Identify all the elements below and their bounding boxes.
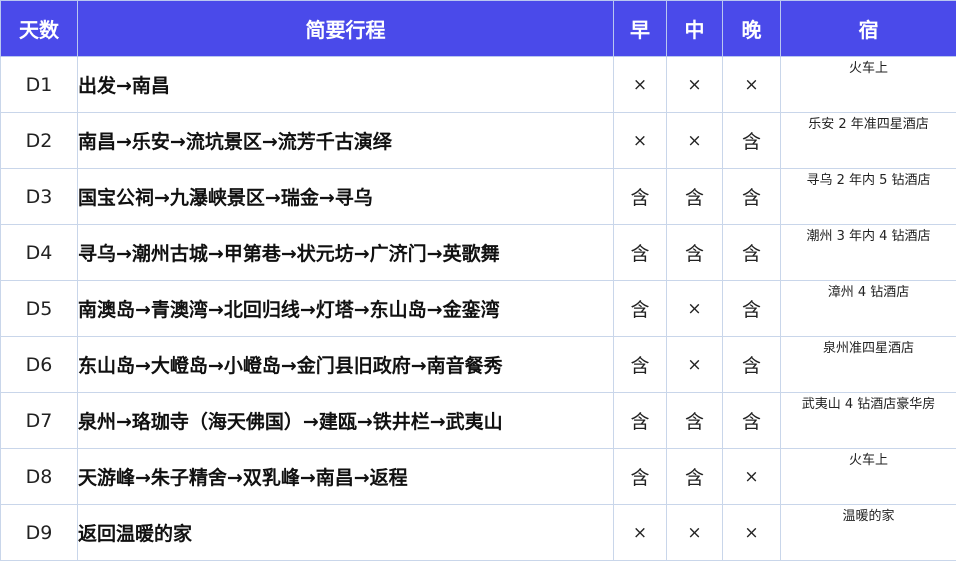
dinner-cell: 含 — [723, 169, 781, 225]
header-stay: 宿 — [781, 1, 956, 57]
breakfast-cell: 含 — [614, 337, 667, 393]
day-cell: D1 — [1, 57, 78, 113]
breakfast-cell: 含 — [614, 449, 667, 505]
header-breakfast: 早 — [614, 1, 667, 57]
day-cell: D6 — [1, 337, 78, 393]
table-body: D1 出发→南昌 × × × 火车上 D2 南昌→乐安→流坑景区→流芳千古演绎 … — [1, 57, 956, 561]
dinner-cell: 含 — [723, 281, 781, 337]
route-cell: 南昌→乐安→流坑景区→流芳千古演绎 — [78, 113, 614, 169]
dinner-cell: 含 — [723, 393, 781, 449]
stay-cell: 火车上 — [781, 57, 956, 113]
route-cell: 天游峰→朱子精舍→双乳峰→南昌→返程 — [78, 449, 614, 505]
dinner-cell: 含 — [723, 337, 781, 393]
header-row: 天数 简要行程 早 中 晚 宿 — [1, 1, 956, 57]
breakfast-cell: 含 — [614, 281, 667, 337]
day-cell: D4 — [1, 225, 78, 281]
lunch-cell: × — [667, 281, 723, 337]
lunch-cell: × — [667, 57, 723, 113]
lunch-cell: 含 — [667, 225, 723, 281]
day-cell: D7 — [1, 393, 78, 449]
lunch-cell: × — [667, 505, 723, 561]
route-cell: 泉州→珞珈寺（海天佛国）→建瓯→铁井栏→武夷山 — [78, 393, 614, 449]
route-cell: 寻乌→潮州古城→甲第巷→状元坊→广济门→英歌舞 — [78, 225, 614, 281]
table-header: 天数 简要行程 早 中 晚 宿 — [1, 1, 956, 57]
day-cell: D9 — [1, 505, 78, 561]
breakfast-cell: × — [614, 113, 667, 169]
breakfast-cell: 含 — [614, 169, 667, 225]
breakfast-cell: × — [614, 57, 667, 113]
table-row: D3 国宝公祠→九瀑峡景区→瑞金→寻乌 含 含 含 寻乌 2 年内 5 钻酒店 — [1, 169, 956, 225]
lunch-cell: × — [667, 113, 723, 169]
dinner-cell: 含 — [723, 113, 781, 169]
header-lunch: 中 — [667, 1, 723, 57]
route-cell: 国宝公祠→九瀑峡景区→瑞金→寻乌 — [78, 169, 614, 225]
stay-cell: 乐安 2 年准四星酒店 — [781, 113, 956, 169]
stay-cell: 寻乌 2 年内 5 钻酒店 — [781, 169, 956, 225]
breakfast-cell: 含 — [614, 393, 667, 449]
table-row: D7 泉州→珞珈寺（海天佛国）→建瓯→铁井栏→武夷山 含 含 含 武夷山 4 钻… — [1, 393, 956, 449]
breakfast-cell: 含 — [614, 225, 667, 281]
dinner-cell: 含 — [723, 225, 781, 281]
header-day: 天数 — [1, 1, 78, 57]
table-row: D5 南澳岛→青澳湾→北回归线→灯塔→东山岛→金銮湾 含 × 含 漳州 4 钻酒… — [1, 281, 956, 337]
stay-cell: 武夷山 4 钻酒店豪华房 — [781, 393, 956, 449]
stay-cell: 泉州准四星酒店 — [781, 337, 956, 393]
route-cell: 南澳岛→青澳湾→北回归线→灯塔→东山岛→金銮湾 — [78, 281, 614, 337]
header-dinner: 晚 — [723, 1, 781, 57]
header-route: 简要行程 — [78, 1, 614, 57]
itinerary-table: 天数 简要行程 早 中 晚 宿 D1 出发→南昌 × × × 火车上 D2 南昌… — [0, 0, 956, 561]
table-row: D8 天游峰→朱子精舍→双乳峰→南昌→返程 含 含 × 火车上 — [1, 449, 956, 505]
stay-cell: 温暖的家 — [781, 505, 956, 561]
day-cell: D3 — [1, 169, 78, 225]
stay-cell: 火车上 — [781, 449, 956, 505]
dinner-cell: × — [723, 505, 781, 561]
breakfast-cell: × — [614, 505, 667, 561]
stay-cell: 漳州 4 钻酒店 — [781, 281, 956, 337]
lunch-cell: 含 — [667, 449, 723, 505]
route-cell: 东山岛→大嶝岛→小嶝岛→金门县旧政府→南音餐秀 — [78, 337, 614, 393]
lunch-cell: × — [667, 337, 723, 393]
table-row: D4 寻乌→潮州古城→甲第巷→状元坊→广济门→英歌舞 含 含 含 潮州 3 年内… — [1, 225, 956, 281]
dinner-cell: × — [723, 449, 781, 505]
lunch-cell: 含 — [667, 393, 723, 449]
table-row: D1 出发→南昌 × × × 火车上 — [1, 57, 956, 113]
route-cell: 出发→南昌 — [78, 57, 614, 113]
lunch-cell: 含 — [667, 169, 723, 225]
day-cell: D5 — [1, 281, 78, 337]
table-row: D9 返回温暖的家 × × × 温暖的家 — [1, 505, 956, 561]
route-cell: 返回温暖的家 — [78, 505, 614, 561]
table-row: D2 南昌→乐安→流坑景区→流芳千古演绎 × × 含 乐安 2 年准四星酒店 — [1, 113, 956, 169]
stay-cell: 潮州 3 年内 4 钻酒店 — [781, 225, 956, 281]
table-row: D6 东山岛→大嶝岛→小嶝岛→金门县旧政府→南音餐秀 含 × 含 泉州准四星酒店 — [1, 337, 956, 393]
dinner-cell: × — [723, 57, 781, 113]
day-cell: D8 — [1, 449, 78, 505]
day-cell: D2 — [1, 113, 78, 169]
